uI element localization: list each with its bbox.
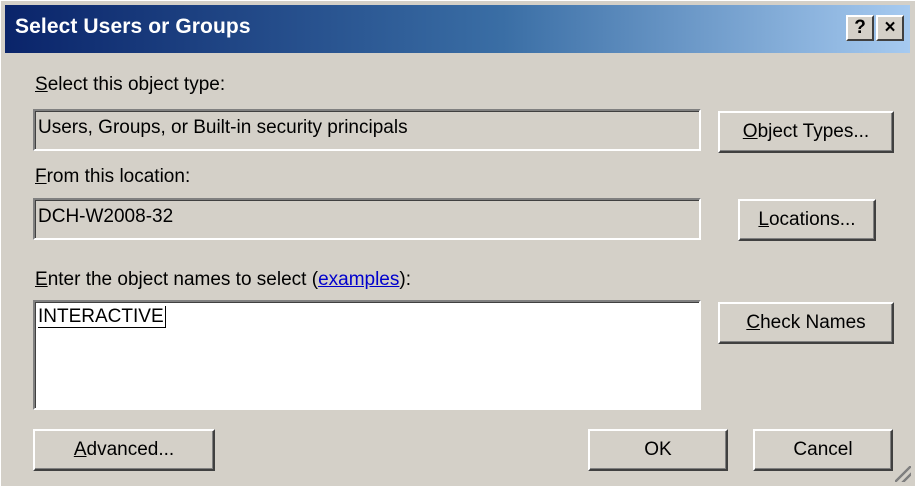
object-names-value: INTERACTIVE [38, 306, 166, 328]
examples-link[interactable]: examples [318, 269, 399, 290]
title-bar[interactable]: Select Users or Groups ? × [5, 5, 910, 53]
object-names-input[interactable]: INTERACTIVE [33, 300, 701, 410]
help-button[interactable]: ? [846, 15, 874, 41]
resize-grip[interactable] [895, 466, 911, 482]
advanced-button[interactable]: Advanced... [33, 429, 215, 471]
close-button[interactable]: × [876, 15, 904, 41]
object-type-field: Users, Groups, or Built-in security prin… [33, 109, 701, 151]
select-users-dialog: Select Users or Groups ? × Select this o… [0, 0, 915, 486]
window-title: Select Users or Groups [15, 15, 251, 38]
object-type-label: Select this object type: [35, 74, 226, 95]
check-names-button[interactable]: Check Names [718, 302, 894, 344]
object-types-button[interactable]: Object Types... [718, 111, 894, 153]
locations-button[interactable]: Locations... [738, 199, 876, 241]
location-label: From this location: [35, 166, 191, 187]
ok-button[interactable]: OK [588, 429, 728, 471]
location-field: DCH-W2008-32 [33, 198, 701, 240]
object-names-label: Enter the object names to select (exampl… [35, 269, 411, 290]
cancel-button[interactable]: Cancel [753, 429, 893, 471]
